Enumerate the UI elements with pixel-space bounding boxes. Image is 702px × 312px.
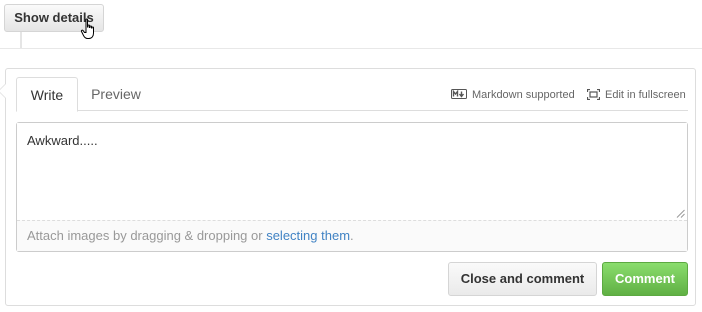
comment-form: Write Preview Markdown supported Edit in… — [0, 68, 696, 306]
markdown-supported-link[interactable]: Markdown supported — [451, 87, 575, 103]
tab-write[interactable]: Write — [16, 77, 78, 112]
markdown-icon — [451, 89, 467, 100]
tab-bar: Write Preview Markdown supported Edit in… — [16, 77, 688, 112]
separator — [0, 48, 702, 49]
comment-button[interactable]: Comment — [602, 262, 688, 296]
timeline-line — [20, 32, 22, 48]
attach-images-text: Attach images by dragging & dropping or — [27, 228, 267, 243]
comment-textarea[interactable] — [17, 123, 687, 220]
fullscreen-label: Edit in fullscreen — [605, 89, 686, 101]
tab-preview[interactable]: Preview — [78, 77, 154, 111]
fullscreen-link[interactable]: Edit in fullscreen — [586, 87, 686, 103]
attach-images-suffix: . — [350, 228, 354, 243]
form-arrow — [0, 83, 6, 99]
attach-images-zone[interactable]: Attach images by dragging & dropping or … — [17, 220, 687, 251]
fullscreen-icon — [586, 88, 601, 100]
markdown-supported-label: Markdown supported — [472, 89, 575, 101]
selecting-them-link[interactable]: selecting them — [266, 228, 350, 243]
write-area: Attach images by dragging & dropping or … — [16, 122, 688, 252]
resize-grip-icon[interactable] — [676, 209, 685, 218]
close-and-comment-button[interactable]: Close and comment — [448, 262, 597, 296]
show-details-button[interactable]: Show details — [4, 4, 104, 32]
